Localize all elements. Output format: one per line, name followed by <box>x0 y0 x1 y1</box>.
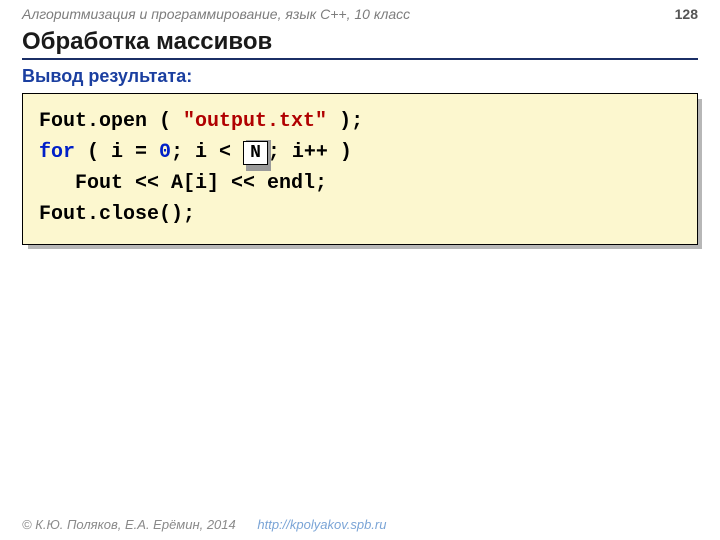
course-label: Алгоритмизация и программирование, язык … <box>22 6 410 22</box>
code-line-3: Fout << A[i] << endl; <box>39 168 681 199</box>
page-title: Обработка массивов <box>22 28 698 60</box>
code-block: Fout.open ( "output.txt" ); for ( i = 0;… <box>22 93 698 245</box>
code-line-4: Fout.close(); <box>39 199 681 230</box>
placeholder-box: N <box>243 137 268 168</box>
slide-page: Алгоритмизация и программирование, язык … <box>0 0 720 540</box>
copyright-text: © К.Ю. Поляков, Е.А. Ерёмин, 2014 <box>22 517 236 532</box>
header-row: Алгоритмизация и программирование, язык … <box>22 6 698 22</box>
code-text: ; i < <box>171 141 243 164</box>
code-line-1: Fout.open ( "output.txt" ); <box>39 106 681 137</box>
footer-url: http://kpolyakov.spb.ru <box>257 517 386 532</box>
code-string: "output.txt" <box>183 110 327 133</box>
code-text: Fout << A[i] << endl; <box>75 172 327 195</box>
footer: © К.Ю. Поляков, Е.А. Ерёмин, 2014 http:/… <box>22 517 386 532</box>
code-text: Fout.open ( <box>39 110 183 133</box>
placeholder-n: N <box>243 141 268 165</box>
code-number: 0 <box>159 141 171 164</box>
code-block-inner: Fout.open ( "output.txt" ); for ( i = 0;… <box>22 93 698 245</box>
code-text: ; i++ ) <box>268 141 352 164</box>
code-text: ); <box>327 110 363 133</box>
code-line-2: for ( i = 0; i < N; i++ ) <box>39 137 681 168</box>
section-subtitle: Вывод результата: <box>22 66 698 87</box>
page-number: 128 <box>675 6 698 22</box>
code-text: ( i = <box>75 141 159 164</box>
code-keyword: for <box>39 141 75 164</box>
